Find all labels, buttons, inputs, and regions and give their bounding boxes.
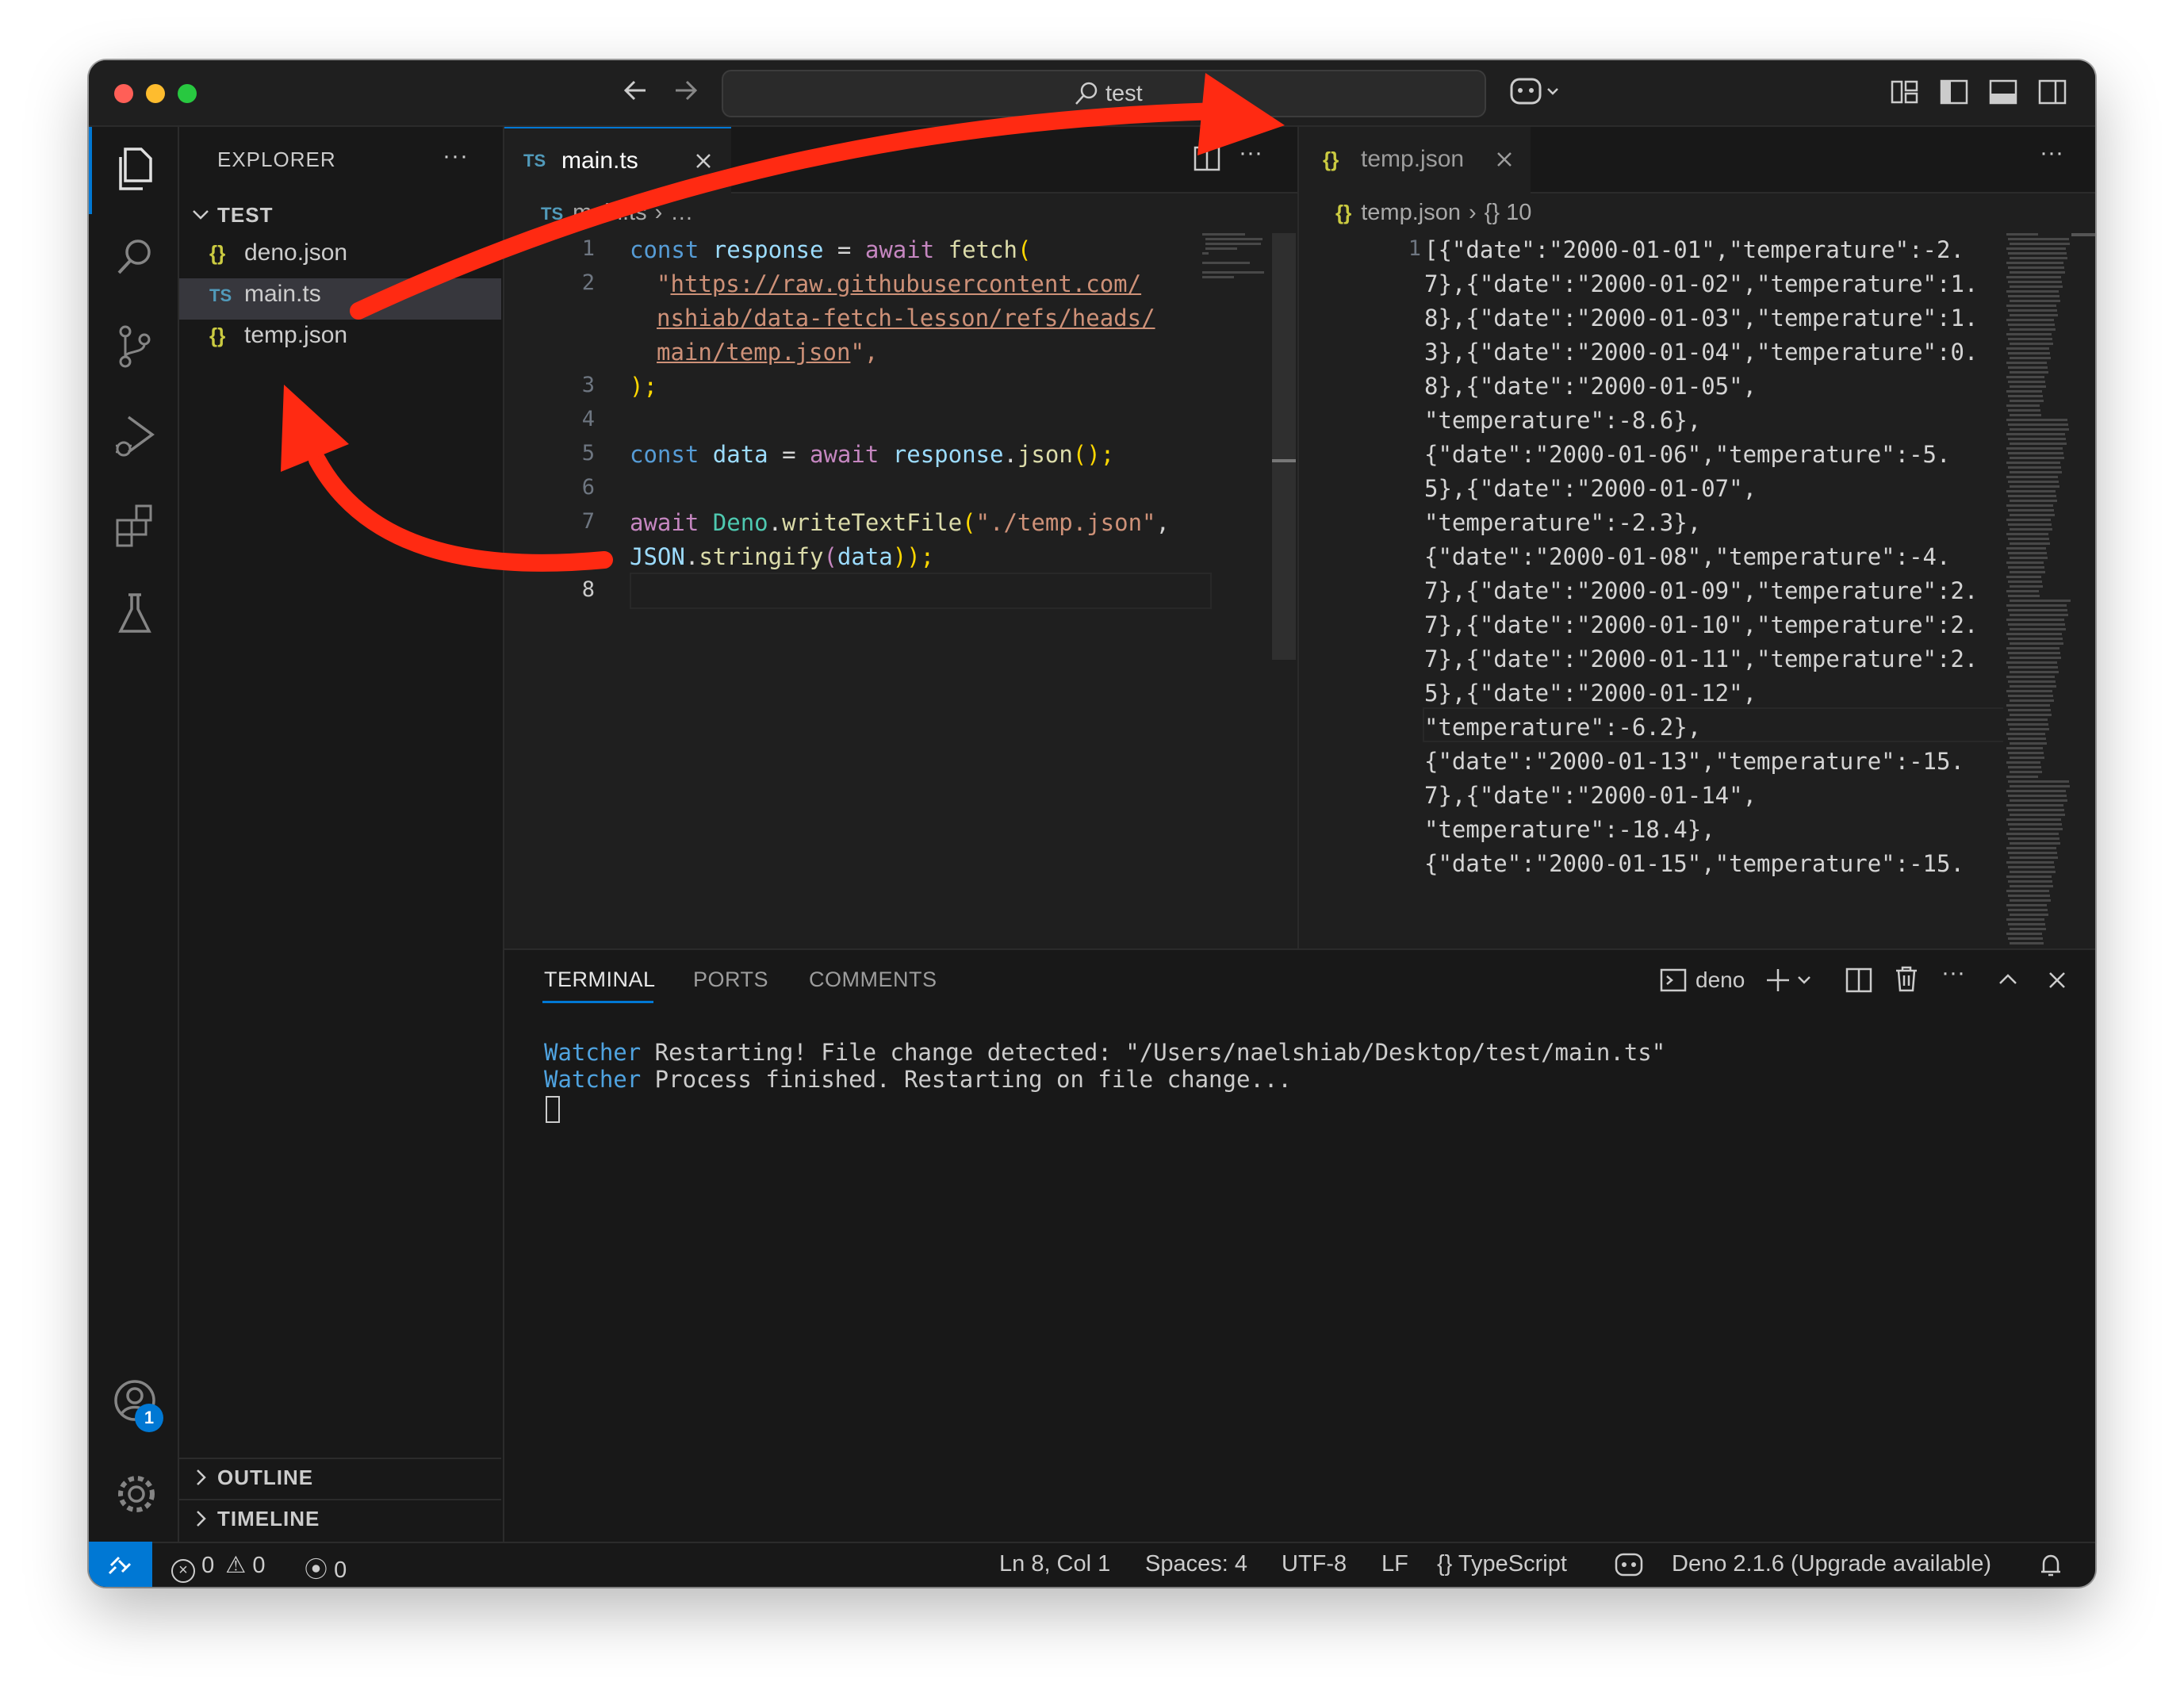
arrow-to-temp-json-file: [308, 451, 613, 572]
annotation-arrows: [281, 73, 1285, 572]
arrowhead-right: [1197, 73, 1285, 155]
arrow-to-temp-json-tab: [350, 102, 1230, 320]
